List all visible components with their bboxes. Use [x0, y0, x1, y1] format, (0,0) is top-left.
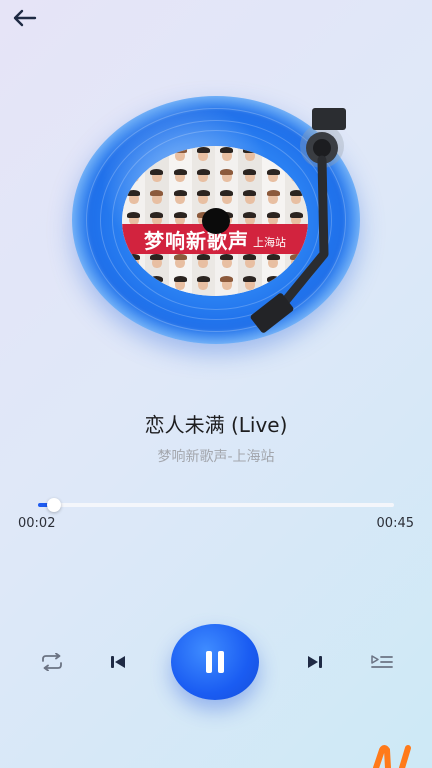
album-cover-face	[145, 167, 169, 189]
app-logo-icon	[373, 745, 411, 768]
album-cover-face	[191, 253, 215, 275]
album-cover-face	[191, 167, 215, 189]
album-cover-face	[215, 274, 239, 296]
skip-previous-icon	[111, 656, 125, 668]
album-cover-face	[191, 146, 215, 168]
album-cover-face	[145, 188, 169, 211]
album-cover-face	[145, 146, 169, 168]
album-cover-face	[168, 274, 192, 296]
album-cover-face	[122, 274, 146, 296]
back-button[interactable]	[8, 4, 40, 32]
skip-next-icon	[308, 656, 322, 668]
album-cover-face	[215, 253, 239, 275]
next-button[interactable]	[303, 650, 327, 674]
album-cover-face	[215, 167, 239, 189]
album-cover-face	[215, 146, 239, 168]
previous-button[interactable]	[106, 650, 130, 674]
tonearm	[250, 108, 346, 333]
total-time: 00:45	[376, 516, 414, 531]
progress-thumb[interactable]	[46, 498, 61, 512]
repeat-button[interactable]	[38, 650, 66, 674]
playlist-button[interactable]	[368, 650, 396, 674]
current-time: 00:02	[18, 516, 56, 531]
album-cover-face	[215, 188, 239, 211]
album-cover-face	[122, 188, 146, 211]
album-cover-face	[145, 274, 169, 296]
arrow-left-icon	[13, 9, 37, 27]
album-cover-face	[122, 253, 146, 275]
album-cover-face	[168, 188, 192, 211]
song-title: 恋人未满 (Live)	[144, 413, 288, 437]
record-spindle	[202, 208, 230, 234]
playlist-icon	[371, 655, 393, 668]
album-cover-face	[122, 167, 146, 189]
album-cover-face	[145, 253, 169, 275]
album-cover-face	[168, 167, 192, 189]
pause-icon	[206, 651, 224, 673]
album-cover-face	[122, 146, 146, 168]
album-banner-title: 梦响新歌声	[144, 228, 249, 253]
album-cover-face	[191, 188, 215, 211]
artist-name: 梦响新歌声-上海站	[157, 449, 275, 465]
album-cover-face	[191, 274, 215, 296]
repeat-icon	[42, 653, 62, 671]
play-pause-button[interactable]	[171, 624, 259, 700]
album-cover-face	[168, 253, 192, 275]
progress-bar[interactable]	[38, 498, 394, 512]
album-cover-face	[168, 146, 192, 168]
